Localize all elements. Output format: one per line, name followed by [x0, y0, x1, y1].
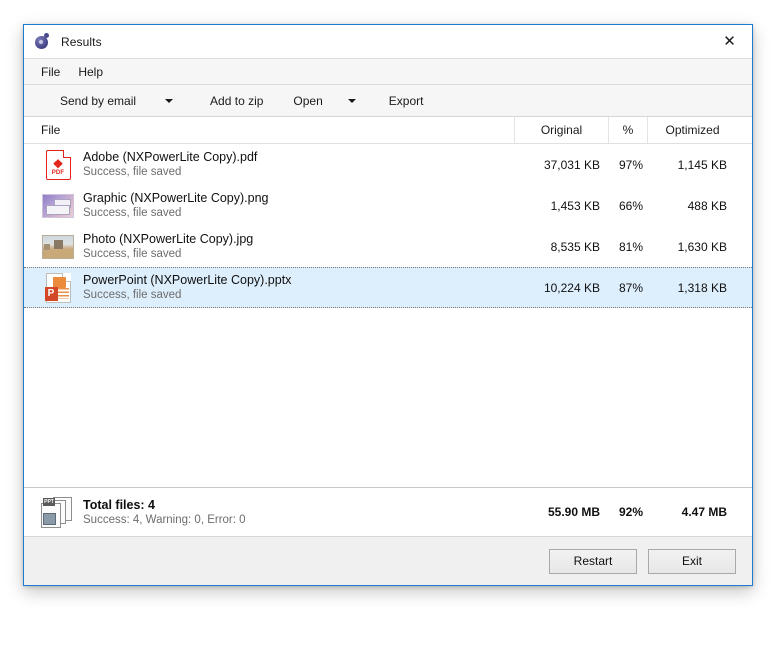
menu-item-file[interactable]: File	[32, 62, 69, 82]
file-name: Graphic (NXPowerLite Copy).png	[83, 191, 269, 205]
send-by-email-button[interactable]: Send by email	[54, 89, 142, 113]
summary-status-counts: Success: 4, Warning: 0, Error: 0	[83, 513, 246, 526]
chevron-down-icon	[347, 98, 356, 103]
close-button[interactable]: ✕	[707, 25, 752, 57]
export-button[interactable]: Export	[383, 89, 430, 113]
file-percent: 97%	[618, 157, 643, 172]
file-status: Success, file saved	[83, 207, 182, 219]
file-status: Success, file saved	[83, 248, 182, 260]
summary-original-size: 55.90 MB	[547, 505, 600, 519]
column-header-original[interactable]: Original	[514, 117, 608, 143]
powerpoint-file-icon: P	[41, 272, 75, 304]
window-title: Results	[61, 34, 102, 49]
summary-percent: 92%	[618, 505, 643, 519]
pdf-file-icon: ❖ PDF	[41, 149, 75, 181]
summary-bar: PPT Total files: 4 Success: 4, Warning: …	[24, 487, 752, 536]
png-image-icon	[41, 190, 75, 222]
close-icon: ✕	[723, 31, 736, 50]
file-percent: 81%	[618, 239, 643, 254]
open-button[interactable]: Open	[287, 89, 328, 113]
file-optimized-size: 1,145 KB	[677, 157, 727, 172]
summary-optimized-size: 4.47 MB	[681, 505, 727, 519]
column-header-spacer	[737, 117, 752, 143]
restart-button[interactable]: Restart	[549, 548, 637, 574]
file-status: Success, file saved	[83, 289, 182, 301]
results-window: Results ✕ File Help Send by email Add to…	[23, 24, 753, 586]
file-status: Success, file saved	[83, 166, 182, 178]
open-dropdown-button[interactable]	[339, 94, 365, 108]
footer-button-bar: Restart Exit	[24, 536, 752, 585]
table-row[interactable]: Graphic (NXPowerLite Copy).png Success, …	[24, 185, 752, 226]
table-row[interactable]: P PowerPoint (NXPowerLite Copy).pptx Suc…	[24, 267, 752, 308]
file-optimized-size: 1,318 KB	[677, 280, 727, 295]
menu-bar: File Help	[24, 58, 752, 85]
file-optimized-size: 488 KB	[687, 198, 727, 213]
file-optimized-size: 1,630 KB	[677, 239, 727, 254]
table-row[interactable]: ❖ PDF Adobe (NXPowerLite Copy).pdf Succes…	[24, 144, 752, 185]
menu-item-help[interactable]: Help	[69, 62, 112, 82]
jpg-photo-icon	[41, 231, 75, 263]
stacked-documents-icon: PPT	[41, 496, 75, 528]
column-header-file[interactable]: File	[24, 117, 514, 143]
file-name: PowerPoint (NXPowerLite Copy).pptx	[83, 273, 292, 287]
file-original-size: 37,031 KB	[543, 157, 600, 172]
summary-total-files: Total files: 4	[83, 497, 156, 512]
file-name: Adobe (NXPowerLite Copy).pdf	[83, 150, 258, 164]
nxpowerlite-logo-icon	[35, 33, 52, 50]
chevron-down-icon	[165, 98, 174, 103]
file-original-size: 8,535 KB	[550, 239, 600, 254]
file-percent: 87%	[618, 280, 643, 295]
column-header-percent[interactable]: %	[608, 117, 647, 143]
exit-button[interactable]: Exit	[648, 548, 736, 574]
list-column-headers: File Original % Optimized	[24, 117, 752, 144]
column-header-optimized[interactable]: Optimized	[647, 117, 737, 143]
toolbar: Send by email Add to zip Open Export	[24, 85, 752, 117]
file-results-list: ❖ PDF Adobe (NXPowerLite Copy).pdf Succes…	[24, 144, 752, 487]
title-bar: Results ✕	[24, 25, 752, 58]
file-original-size: 10,224 KB	[543, 280, 600, 295]
table-row[interactable]: Photo (NXPowerLite Copy).jpg Success, fi…	[24, 226, 752, 267]
send-by-email-dropdown-button[interactable]	[156, 94, 182, 108]
file-name: Photo (NXPowerLite Copy).jpg	[83, 232, 254, 246]
file-original-size: 1,453 KB	[550, 198, 600, 213]
file-percent: 66%	[618, 198, 643, 213]
add-to-zip-button[interactable]: Add to zip	[204, 89, 269, 113]
